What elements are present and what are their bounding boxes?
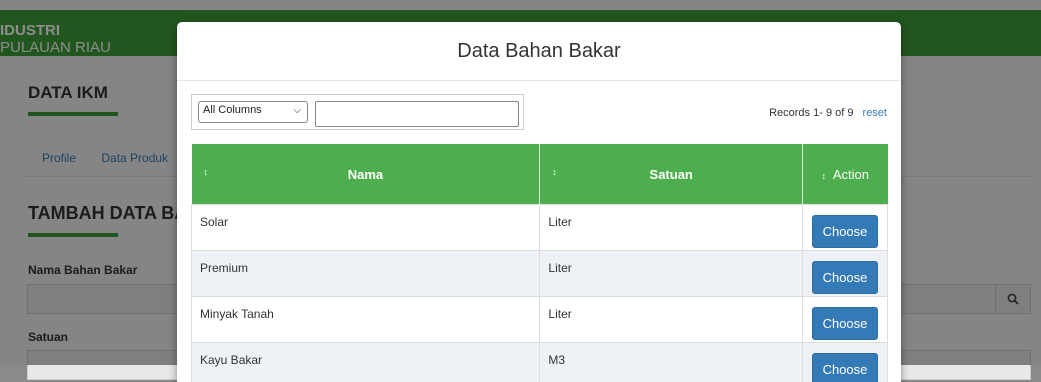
cell-nama: Premium	[192, 251, 540, 297]
table-header-row: ↕ Nama ↕ Satuan ↕ Action	[192, 144, 888, 205]
sort-icon: ↕	[821, 171, 826, 181]
records-info: Records 1- 9 of 9 reset	[769, 107, 887, 119]
cell-satuan: Liter	[540, 205, 803, 251]
cell-nama: Minyak Tanah	[192, 297, 540, 343]
cell-action: Choose	[802, 205, 887, 251]
table-row: Solar Liter Choose	[192, 205, 888, 251]
cell-nama: Solar	[192, 205, 540, 251]
chevron-down-icon: ⌵	[293, 105, 301, 116]
header-nama-label: Nama	[348, 167, 383, 182]
search-input[interactable]	[315, 101, 519, 127]
modal-header: Data Bahan Bakar	[177, 22, 901, 81]
table-row: Kayu Bakar M3 Choose	[192, 343, 888, 382]
table-row: Minyak Tanah Liter Choose	[192, 297, 888, 343]
filter-toolbar: All Columns ⌵	[191, 94, 524, 130]
choose-button[interactable]: Choose	[812, 307, 879, 340]
column-select[interactable]: All Columns ⌵	[198, 101, 308, 123]
column-select-value: All Columns	[203, 104, 262, 116]
cell-action: Choose	[802, 297, 887, 343]
cell-satuan: Liter	[540, 251, 803, 297]
sort-icon: ↕	[204, 167, 209, 177]
cell-action: Choose	[802, 343, 887, 382]
header-action-label: Action	[833, 167, 869, 182]
sort-icon: ↕	[552, 167, 557, 177]
column-header-nama[interactable]: ↕ Nama	[192, 144, 540, 205]
cell-nama: Kayu Bakar	[192, 343, 540, 382]
choose-button[interactable]: Choose	[812, 353, 879, 382]
modal-title: Data Bahan Bakar	[457, 40, 620, 63]
bahan-bakar-table: ↕ Nama ↕ Satuan ↕ Action Solar Liter Cho…	[191, 144, 888, 382]
column-header-action[interactable]: ↕ Action	[802, 144, 887, 205]
data-bahan-bakar-modal: Data Bahan Bakar All Columns ⌵ Records 1…	[177, 22, 901, 382]
column-header-satuan[interactable]: ↕ Satuan	[540, 144, 803, 205]
cell-action: Choose	[802, 251, 887, 297]
records-count: Records 1- 9 of 9	[769, 107, 853, 119]
header-satuan-label: Satuan	[650, 167, 693, 182]
cell-satuan: M3	[540, 343, 803, 382]
choose-button[interactable]: Choose	[812, 261, 879, 294]
reset-link[interactable]: reset	[863, 107, 887, 119]
table-row: Premium Liter Choose	[192, 251, 888, 297]
choose-button[interactable]: Choose	[812, 215, 879, 248]
cell-satuan: Liter	[540, 297, 803, 343]
